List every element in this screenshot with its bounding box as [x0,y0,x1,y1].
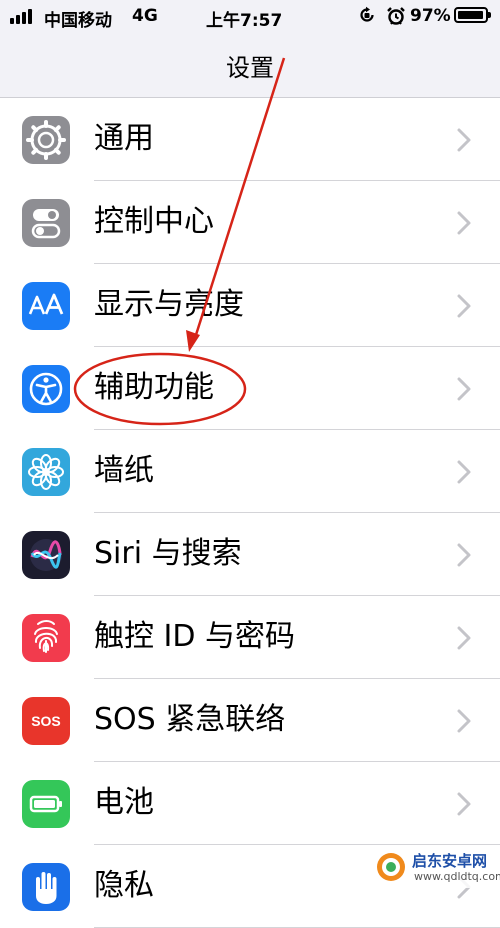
battery-icon [454,7,491,23]
network-type: 4G [132,6,158,26]
settings-list: 通用 控制中心 显示与亮度 辅助功能 墙纸 Siri 与搜索 触控 ID 与密码… [0,98,500,928]
battery-icon [22,780,70,828]
battery-percentage: 97% [410,6,451,26]
sos-icon-text: SOS [31,713,61,729]
settings-row-battery[interactable]: 电池 [0,762,500,845]
settings-row-label: 触控 ID 与密码 [94,619,296,654]
toggles-icon [22,199,70,247]
settings-row-general[interactable]: 通用 [0,98,500,181]
settings-row-siri-search[interactable]: Siri 与搜索 [0,513,500,596]
chevron-right-icon [457,377,471,401]
sos-icon: SOS [22,697,70,745]
chevron-right-icon [457,460,471,484]
settings-row-label: 电池 [94,785,154,820]
siri-icon [22,531,70,579]
alarm-icon [387,7,405,25]
settings-row-control-center[interactable]: 控制中心 [0,181,500,264]
settings-row-label: 通用 [94,121,154,156]
settings-row-label: SOS 紧急联络 [94,702,286,737]
settings-row-label: 控制中心 [94,204,214,239]
clock: 上午7:57 [206,11,283,31]
settings-row-label: 隐私 [94,868,154,903]
settings-row-wallpaper[interactable]: 墙纸 [0,430,500,513]
hand-icon [22,863,70,911]
chevron-right-icon [457,543,471,567]
fingerprint-icon [22,614,70,662]
settings-row-emergency-sos[interactable]: SOS SOS 紧急联络 [0,679,500,762]
chevron-right-icon [457,626,471,650]
gear-icon [22,116,70,164]
carrier-name: 中国移动 [44,11,112,31]
settings-row-touch-id-passcode[interactable]: 触控 ID 与密码 [0,596,500,679]
chevron-right-icon [457,294,471,318]
orientation-lock-icon [360,6,374,22]
settings-row-display-brightness[interactable]: 显示与亮度 [0,264,500,347]
watermark-url: www.qdldtq.com [414,870,500,883]
settings-row-label: 显示与亮度 [94,287,244,322]
chevron-right-icon [457,211,471,235]
chevron-right-icon [457,792,471,816]
status-bar: 中国移动 4G 上午7:57 97% [0,0,500,34]
watermark-title: 启东安卓网 [412,852,488,870]
watermark: 启东安卓网 www.qdldtq.com [372,848,500,888]
settings-row-accessibility[interactable]: 辅助功能 [0,347,500,430]
navigation-bar: 设置 [0,34,500,98]
accessibility-icon [22,365,70,413]
chevron-right-icon [457,128,471,152]
cellular-signal-icon [10,8,38,24]
page-title: 设置 [226,54,274,82]
chevron-right-icon [457,709,471,733]
settings-row-label: 墙纸 [94,453,154,488]
flower-icon [22,448,70,496]
settings-row-label: 辅助功能 [94,370,214,405]
settings-row-label: Siri 与搜索 [94,536,242,571]
watermark-logo-icon [377,853,405,881]
text-size-icon [22,282,70,330]
